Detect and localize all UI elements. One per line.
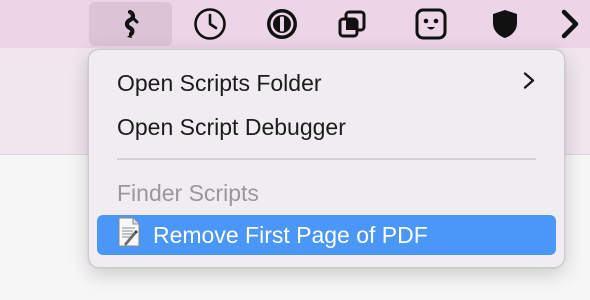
more-menu-extras[interactable]: [556, 2, 584, 46]
menu-separator: [117, 158, 536, 160]
section-header-label: Finder Scripts: [117, 179, 259, 206]
window-stack-icon: [337, 9, 367, 39]
face-icon: [414, 7, 448, 41]
window-manager-menu-extra[interactable]: [332, 2, 372, 46]
chevron-right-icon: [559, 8, 581, 40]
password-manager-menu-extra[interactable]: [262, 2, 302, 46]
vpn-menu-extra[interactable]: [485, 2, 525, 46]
shield-icon: [491, 8, 519, 40]
submenu-chevron-icon: [522, 70, 536, 97]
face-menu-extra[interactable]: [410, 2, 452, 46]
menu-item-label: Open Scripts Folder: [117, 69, 322, 96]
menu-item-open-script-debugger[interactable]: Open Script Debugger: [97, 107, 556, 147]
clock-icon: [193, 7, 227, 41]
menu-item-open-scripts-folder[interactable]: Open Scripts Folder: [97, 63, 556, 103]
section-header-finder-scripts: Finder Scripts: [97, 173, 556, 213]
applescript-document-icon: [117, 217, 141, 253]
script-menu-dropdown: Open Scripts Folder Open Script Debugger…: [88, 49, 565, 268]
menu-item-label: Open Script Debugger: [117, 113, 346, 140]
menu-bar: [0, 0, 590, 48]
onepassword-icon: [265, 7, 299, 41]
script-menu-extra[interactable]: [89, 2, 172, 46]
menu-item-label: Remove First Page of PDF: [153, 221, 428, 248]
script-icon: [118, 9, 144, 39]
menu-item-remove-first-page-of-pdf[interactable]: Remove First Page of PDF: [97, 215, 556, 255]
clock-menu-extra[interactable]: [190, 2, 230, 46]
